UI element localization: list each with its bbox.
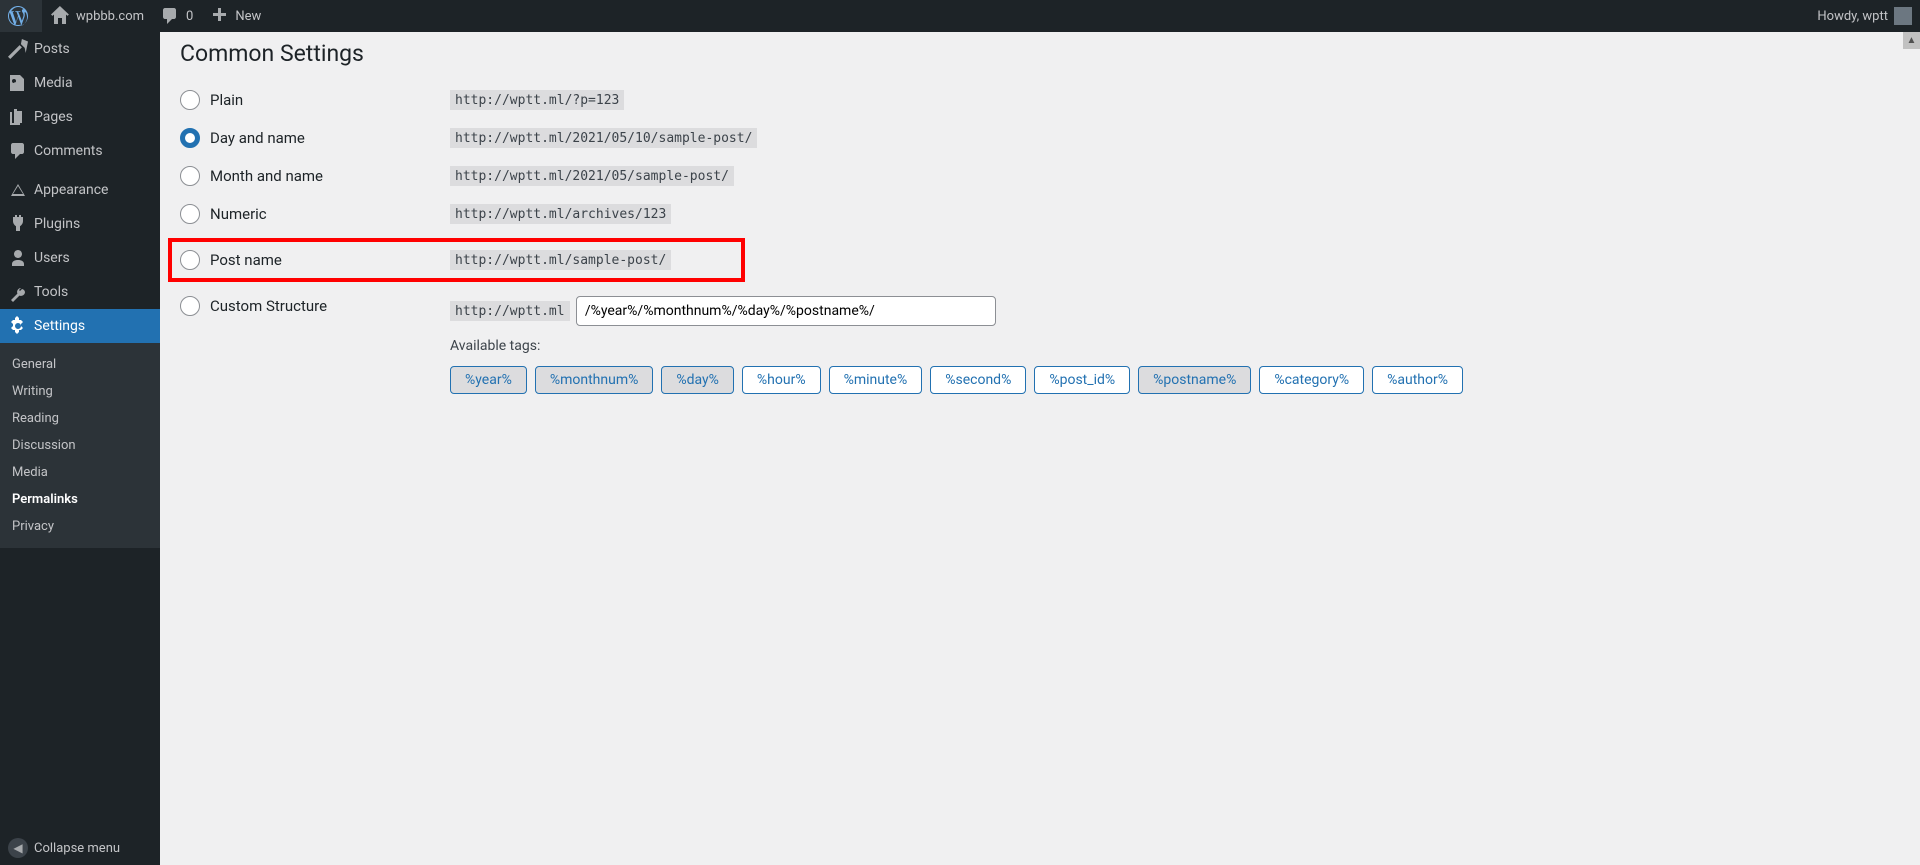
tag-year[interactable]: %year% xyxy=(450,366,527,394)
menu-settings[interactable]: Settings xyxy=(0,309,160,343)
plugins-icon xyxy=(8,214,28,234)
option-plain[interactable]: Plain xyxy=(180,90,450,110)
submenu-writing[interactable]: Writing xyxy=(0,378,160,405)
tools-icon xyxy=(8,282,28,302)
custom-base-url: http://wptt.ml xyxy=(450,301,570,321)
wp-logo[interactable] xyxy=(0,0,42,32)
submenu-privacy[interactable]: Privacy xyxy=(0,513,160,540)
site-name-text: wpbbb.com xyxy=(76,9,144,24)
example-month-name: http://wptt.ml/2021/05/sample-post/ xyxy=(450,166,734,186)
radio-plain[interactable] xyxy=(180,90,200,110)
menu-users[interactable]: Users xyxy=(0,241,160,275)
radio-custom[interactable] xyxy=(180,296,200,316)
menu-comments[interactable]: Comments xyxy=(0,134,160,168)
menu-pages[interactable]: Pages xyxy=(0,100,160,134)
tag-postname[interactable]: %postname% xyxy=(1138,366,1251,394)
example-plain: http://wptt.ml/?p=123 xyxy=(450,90,624,110)
tag-minute[interactable]: %minute% xyxy=(829,366,923,394)
submenu-general[interactable]: General xyxy=(0,351,160,378)
option-day-name[interactable]: Day and name xyxy=(180,128,450,148)
admin-sidebar: Posts Media Pages Comments Appearance Pl… xyxy=(0,32,160,865)
tag-second[interactable]: %second% xyxy=(930,366,1026,394)
example-numeric: http://wptt.ml/archives/123 xyxy=(450,204,671,224)
option-custom[interactable]: Custom Structure xyxy=(180,296,450,316)
pages-icon xyxy=(8,107,28,127)
example-day-name: http://wptt.ml/2021/05/10/sample-post/ xyxy=(450,128,757,148)
example-post-name: http://wptt.ml/sample-post/ xyxy=(450,250,671,270)
comments-count: 0 xyxy=(186,9,193,24)
tag-day[interactable]: %day% xyxy=(661,366,734,394)
tag-author[interactable]: %author% xyxy=(1372,366,1463,394)
scroll-up-icon[interactable]: ▲ xyxy=(1903,32,1920,49)
settings-icon xyxy=(8,316,28,336)
tag-hour[interactable]: %hour% xyxy=(742,366,821,394)
radio-post-name[interactable] xyxy=(180,250,200,270)
option-month-name[interactable]: Month and name xyxy=(180,166,450,186)
my-account[interactable]: Howdy, wptt xyxy=(1809,0,1920,32)
tag-post-id[interactable]: %post_id% xyxy=(1034,366,1130,394)
menu-tools[interactable]: Tools xyxy=(0,275,160,309)
radio-day-name[interactable] xyxy=(180,128,200,148)
available-tags-label: Available tags: xyxy=(450,338,1900,354)
users-icon xyxy=(8,248,28,268)
comments-icon xyxy=(8,141,28,161)
media-icon xyxy=(8,73,28,93)
comment-icon xyxy=(160,6,180,26)
settings-submenu: General Writing Reading Discussion Media… xyxy=(0,343,160,548)
collapse-menu[interactable]: ◀ Collapse menu xyxy=(0,831,160,865)
plus-icon xyxy=(209,6,229,26)
admin-bar: wpbbb.com 0 New Howdy, wptt xyxy=(0,0,1920,32)
menu-appearance[interactable]: Appearance xyxy=(0,173,160,207)
avatar-icon xyxy=(1894,7,1912,25)
collapse-arrow-icon: ◀ xyxy=(8,838,28,858)
tag-monthnum[interactable]: %monthnum% xyxy=(535,366,654,394)
option-numeric[interactable]: Numeric xyxy=(180,204,450,224)
radio-numeric[interactable] xyxy=(180,204,200,224)
appearance-icon xyxy=(8,180,28,200)
submenu-permalinks[interactable]: Permalinks xyxy=(0,486,160,513)
submenu-reading[interactable]: Reading xyxy=(0,405,160,432)
section-title: Common Settings xyxy=(180,40,1900,67)
available-tags: %year% %monthnum% %day% %hour% %minute% … xyxy=(450,366,1900,394)
menu-posts[interactable]: Posts xyxy=(0,32,160,66)
new-label: New xyxy=(235,9,261,24)
custom-structure-input[interactable] xyxy=(576,296,996,326)
menu-plugins[interactable]: Plugins xyxy=(0,207,160,241)
wordpress-icon xyxy=(8,6,28,26)
comments-link[interactable]: 0 xyxy=(152,0,201,32)
home-icon xyxy=(50,6,70,26)
tag-category[interactable]: %category% xyxy=(1259,366,1364,394)
menu-media[interactable]: Media xyxy=(0,66,160,100)
new-content[interactable]: New xyxy=(201,0,269,32)
greeting-text: Howdy, wptt xyxy=(1817,9,1888,24)
option-post-name[interactable]: Post name xyxy=(180,250,450,270)
site-name[interactable]: wpbbb.com xyxy=(42,0,152,32)
submenu-media[interactable]: Media xyxy=(0,459,160,486)
main-content: Common Settings Plain http://wptt.ml/?p=… xyxy=(160,32,1920,865)
posts-icon xyxy=(8,39,28,59)
radio-month-name[interactable] xyxy=(180,166,200,186)
submenu-discussion[interactable]: Discussion xyxy=(0,432,160,459)
